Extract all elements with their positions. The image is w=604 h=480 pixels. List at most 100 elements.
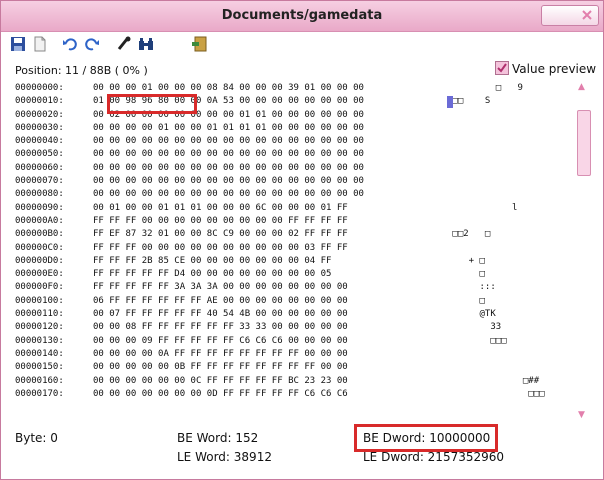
ascii-row[interactable]	[447, 242, 545, 255]
row-bytes[interactable]: 00 00 00 00 01 00 00 01 01 01 01 00 00 0…	[93, 122, 364, 135]
checkmark-icon	[497, 63, 507, 73]
row-bytes[interactable]: 00 00 00 00 00 00 00 00 00 00 00 00 00 0…	[93, 175, 364, 188]
ascii-row[interactable]	[447, 188, 545, 201]
row-address: 00000090:	[15, 202, 64, 213]
ascii-column[interactable]: □ 9 □□ S l □□2 □ + □ □ ::: □ @TK 33 □□□ …	[447, 82, 545, 401]
ascii-row[interactable]: □□□	[447, 388, 544, 401]
row-address: 00000160:	[15, 375, 64, 386]
row-address: 000000D0:	[15, 255, 64, 266]
row-bytes[interactable]: FF FF FF FF FF 3A 3A 3A 00 00 00 00 00 0…	[93, 281, 348, 294]
new-file-icon[interactable]	[31, 35, 49, 53]
row-bytes[interactable]: FF FF FF 00 00 00 00 00 00 00 00 00 FF F…	[93, 215, 348, 228]
ascii-row[interactable]	[447, 135, 545, 148]
ascii-row[interactable]: □□2 □	[447, 228, 545, 241]
row-address: 000000A0:	[15, 215, 64, 226]
hex-editor-window: Documents/gamedata Position: 11 / 88B ( …	[0, 0, 604, 480]
row-address: 00000010:	[15, 96, 64, 107]
tool-icon[interactable]	[115, 35, 133, 53]
ascii-row[interactable]	[447, 162, 545, 175]
row-bytes[interactable]: 00 00 00 09 FF FF FF FF FF C6 C6 C6 00 0…	[93, 335, 348, 348]
row-bytes[interactable]: 00 00 08 FF FF FF FF FF FF 33 33 00 00 0…	[93, 321, 348, 334]
row-bytes[interactable]: 00 00 00 00 00 00 0C FF FF FF FF FF BC 2…	[93, 375, 348, 388]
value-preview-checkbox[interactable]: Value preview	[495, 61, 596, 76]
ascii-row[interactable]: □##	[447, 375, 545, 388]
row-address: 00000060:	[15, 162, 64, 173]
row-address: 00000130:	[15, 335, 64, 346]
row-bytes[interactable]: FF FF FF 2B 85 CE 00 00 00 00 00 00 00 0…	[93, 255, 331, 268]
ascii-row[interactable]: □□□	[447, 335, 545, 348]
ascii-row[interactable]	[447, 215, 545, 228]
row-address: 00000050:	[15, 149, 64, 160]
scroll-down-icon[interactable]: ▼	[578, 410, 585, 420]
scrollbar-thumb[interactable]	[577, 110, 591, 176]
row-address: 00000120:	[15, 322, 64, 333]
row-bytes[interactable]: 00 00 00 00 00 00 00 00 00 00 00 00 00 0…	[93, 162, 364, 175]
row-address: 00000030:	[15, 122, 64, 133]
be-dword-annotation	[354, 424, 498, 452]
ascii-row[interactable]: □	[447, 295, 545, 308]
row-bytes[interactable]: FF EF 87 32 01 00 00 8C C9 00 00 00 02 F…	[93, 228, 348, 241]
ascii-row[interactable]: □□ S	[447, 95, 545, 108]
position-label: Position: 11 / 88B ( 0% )	[15, 64, 148, 77]
row-bytes[interactable]: 00 00 00 00 00 00 00 00 00 00 00 00 00 0…	[93, 148, 364, 161]
row-address: 00000040:	[15, 136, 64, 147]
byte-value: Byte: 0	[15, 431, 58, 445]
row-address: 000000E0:	[15, 269, 64, 280]
row-bytes[interactable]: 00 00 00 00 00 0B FF FF FF FF FF FF FF F…	[93, 361, 348, 374]
ascii-row[interactable]	[447, 175, 545, 188]
row-address: 00000070:	[15, 176, 64, 187]
row-address: 00000150:	[15, 362, 64, 373]
row-bytes[interactable]: 00 00 00 00 00 00 00 0D FF FF FF FF FF C…	[93, 388, 348, 401]
le-dword-value: LE Dword: 2157352960	[363, 450, 505, 464]
row-address: 000000C0:	[15, 242, 64, 253]
value-preview-label: Value preview	[512, 62, 597, 76]
row-bytes[interactable]: 00 00 00 00 00 00 00 00 00 00 00 00 00 0…	[93, 135, 364, 148]
row-address: 00000000:	[15, 83, 64, 93]
redo-icon[interactable]	[83, 35, 101, 53]
le-word-value: LE Word: 38912	[177, 450, 272, 464]
save-icon[interactable]	[9, 35, 27, 53]
row-address: 00000140:	[15, 348, 64, 359]
be-word-value: BE Word: 152	[177, 431, 259, 445]
row-address: 00000170:	[15, 388, 64, 399]
vertical-scrollbar[interactable]: ▲ ▼	[575, 82, 591, 422]
window-title: Documents/gamedata	[221, 8, 383, 23]
scroll-up-icon[interactable]: ▲	[578, 82, 585, 92]
hex-view-panel: Position: 11 / 88B ( 0% ) Value preview …	[1, 56, 603, 479]
row-bytes[interactable]: FF FF FF FF FF D4 00 00 00 00 00 00 00 0…	[93, 268, 331, 281]
row-bytes[interactable]: 00 00 00 00 00 00 00 00 00 00 00 00 00 0…	[93, 188, 364, 201]
ascii-row[interactable]: □	[447, 268, 545, 281]
row-address: 00000020:	[15, 109, 64, 120]
selected-bytes-annotation	[107, 94, 197, 114]
ascii-row[interactable]	[447, 361, 545, 374]
close-icon	[582, 10, 592, 20]
checkbox-box[interactable]	[495, 61, 509, 75]
close-button[interactable]	[541, 5, 599, 26]
row-bytes[interactable]: 00 07 FF FF FF FF FF 40 54 4B 00 00 00 0…	[93, 308, 348, 321]
ascii-row[interactable]: @TK	[447, 308, 545, 321]
toolbar	[1, 32, 603, 56]
ascii-cursor	[447, 95, 453, 108]
row-bytes[interactable]: 06 FF FF FF FF FF FF AE 00 00 00 00 00 0…	[93, 295, 348, 308]
row-bytes[interactable]: 00 01 00 00 01 01 01 00 00 00 6C 00 00 0…	[93, 202, 348, 215]
title-bar[interactable]: Documents/gamedata	[1, 1, 603, 32]
row-address: 00000080:	[15, 189, 64, 200]
ascii-row[interactable]	[447, 148, 545, 161]
ascii-row[interactable]: □ 9	[447, 82, 545, 95]
ascii-row[interactable]: 33	[447, 321, 545, 334]
row-address: 00000100:	[15, 295, 64, 306]
row-bytes[interactable]: FF FF FF 00 00 00 00 00 00 00 00 00 00 0…	[93, 242, 348, 255]
ascii-row[interactable]	[447, 122, 545, 135]
undo-icon[interactable]	[61, 35, 79, 53]
binoculars-icon[interactable]	[137, 35, 155, 53]
row-address: 00000110:	[15, 309, 64, 320]
ascii-row[interactable]: l	[447, 202, 545, 215]
exit-icon[interactable]	[191, 35, 209, 53]
ascii-row[interactable]	[447, 109, 545, 122]
ascii-row[interactable]	[447, 348, 545, 361]
ascii-row[interactable]: :::	[447, 281, 545, 294]
row-address: 000000F0:	[15, 282, 64, 293]
row-address: 000000B0:	[15, 229, 64, 240]
row-bytes[interactable]: 00 00 00 00 0A FF FF FF FF FF FF FF FF 0…	[93, 348, 348, 361]
ascii-row[interactable]: + □	[447, 255, 545, 268]
